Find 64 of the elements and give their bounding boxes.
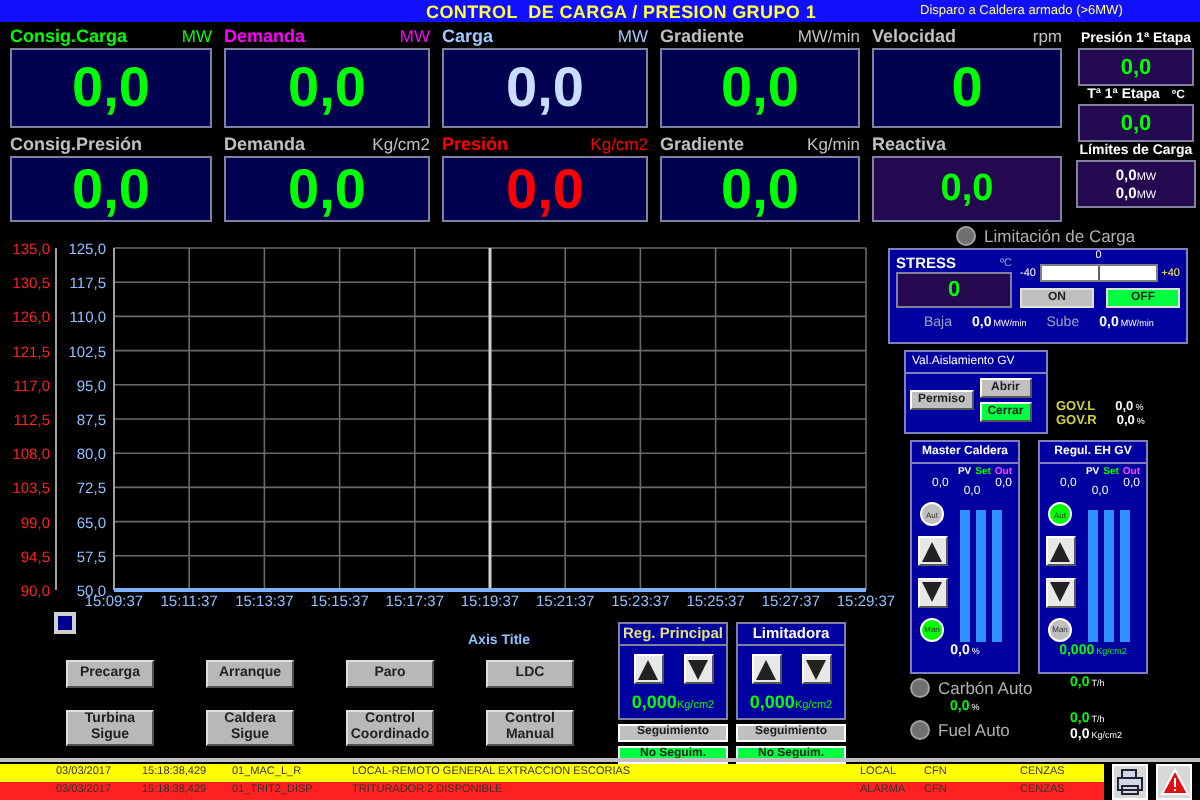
- display-value: 0,0: [506, 60, 584, 116]
- up-arrow-icon: [636, 657, 660, 681]
- bar-gauge: [1120, 510, 1130, 642]
- window-title: CONTROL DE CARGA / PRESION GRUPO 1: [426, 1, 817, 21]
- display-value: 0,0: [721, 60, 799, 116]
- unit-label: Kg/cm2: [590, 134, 648, 154]
- display-value: 0,0: [721, 161, 799, 217]
- display-value: 0,0: [72, 161, 150, 217]
- tile-label: Consig.Carga: [10, 25, 128, 45]
- value-display: 0,0: [1078, 104, 1194, 142]
- tile-label: Demanda: [224, 134, 306, 154]
- value-display: 0: [896, 272, 1012, 308]
- lower-button[interactable]: [801, 654, 831, 684]
- bar-gauge: [992, 510, 1002, 642]
- lower-button[interactable]: [1045, 577, 1075, 608]
- down-arrow-icon: [804, 657, 828, 681]
- unit-label: rpm: [1032, 25, 1062, 45]
- printer-button[interactable]: [1112, 763, 1148, 799]
- up-arrow-icon: [920, 539, 944, 564]
- warning-icon: [1159, 767, 1189, 795]
- unit-label: Kg/cm2: [372, 134, 430, 154]
- display-value: 0,0: [288, 161, 366, 217]
- down-arrow-icon: [920, 580, 944, 605]
- bar-gauge: [1088, 510, 1098, 642]
- value-display: 0,0: [1078, 48, 1194, 86]
- display-value: 0: [951, 60, 983, 116]
- tile-label: Gradiente: [660, 134, 745, 154]
- display-value: 0,0: [288, 60, 366, 116]
- alarm-button[interactable]: [1156, 763, 1192, 799]
- tile-label: Presión: [442, 134, 509, 154]
- raise-button[interactable]: [1045, 536, 1075, 567]
- legend-marker[interactable]: [54, 612, 76, 634]
- tile-label: Demanda: [224, 25, 306, 45]
- tile-label: Velocidad: [872, 25, 957, 45]
- lower-button[interactable]: [683, 654, 713, 684]
- raise-button[interactable]: [751, 654, 781, 684]
- raise-button[interactable]: [633, 654, 663, 684]
- tile-label: Gradiente: [660, 25, 745, 45]
- unit-label: Kg/min: [807, 134, 860, 154]
- unit-label: MW/min: [797, 25, 860, 45]
- bar-gauge: [1104, 510, 1114, 642]
- coal-auto-label: Carbón Auto: [938, 678, 1033, 698]
- down-arrow-icon: [686, 657, 710, 681]
- bar-gauge: [976, 510, 986, 642]
- unit-label: MW: [181, 25, 212, 45]
- tile-label: Consig.Presión: [10, 134, 143, 154]
- down-arrow-icon: [1048, 580, 1072, 605]
- display-value: 0,0: [506, 161, 584, 217]
- up-arrow-icon: [1048, 539, 1072, 564]
- fuel-auto-label: Fuel Auto: [938, 720, 1010, 740]
- up-arrow-icon: [754, 657, 778, 681]
- display-value: 0,0: [72, 60, 150, 116]
- unit-label: MW: [617, 25, 648, 45]
- tile-label: Carga: [442, 25, 494, 45]
- tile-label: Reactiva: [872, 133, 947, 153]
- unit-label: MW: [399, 25, 430, 45]
- printer-icon: [1116, 767, 1144, 795]
- pressure-value: 0,000: [749, 692, 795, 712]
- raise-button[interactable]: [917, 536, 947, 567]
- limitation-label: Limitación de Carga: [984, 225, 1136, 245]
- pressure-value: 0,000: [631, 692, 677, 712]
- display-value: 0,0: [940, 170, 994, 208]
- lower-button[interactable]: [917, 577, 947, 608]
- bar-gauge: [960, 510, 970, 642]
